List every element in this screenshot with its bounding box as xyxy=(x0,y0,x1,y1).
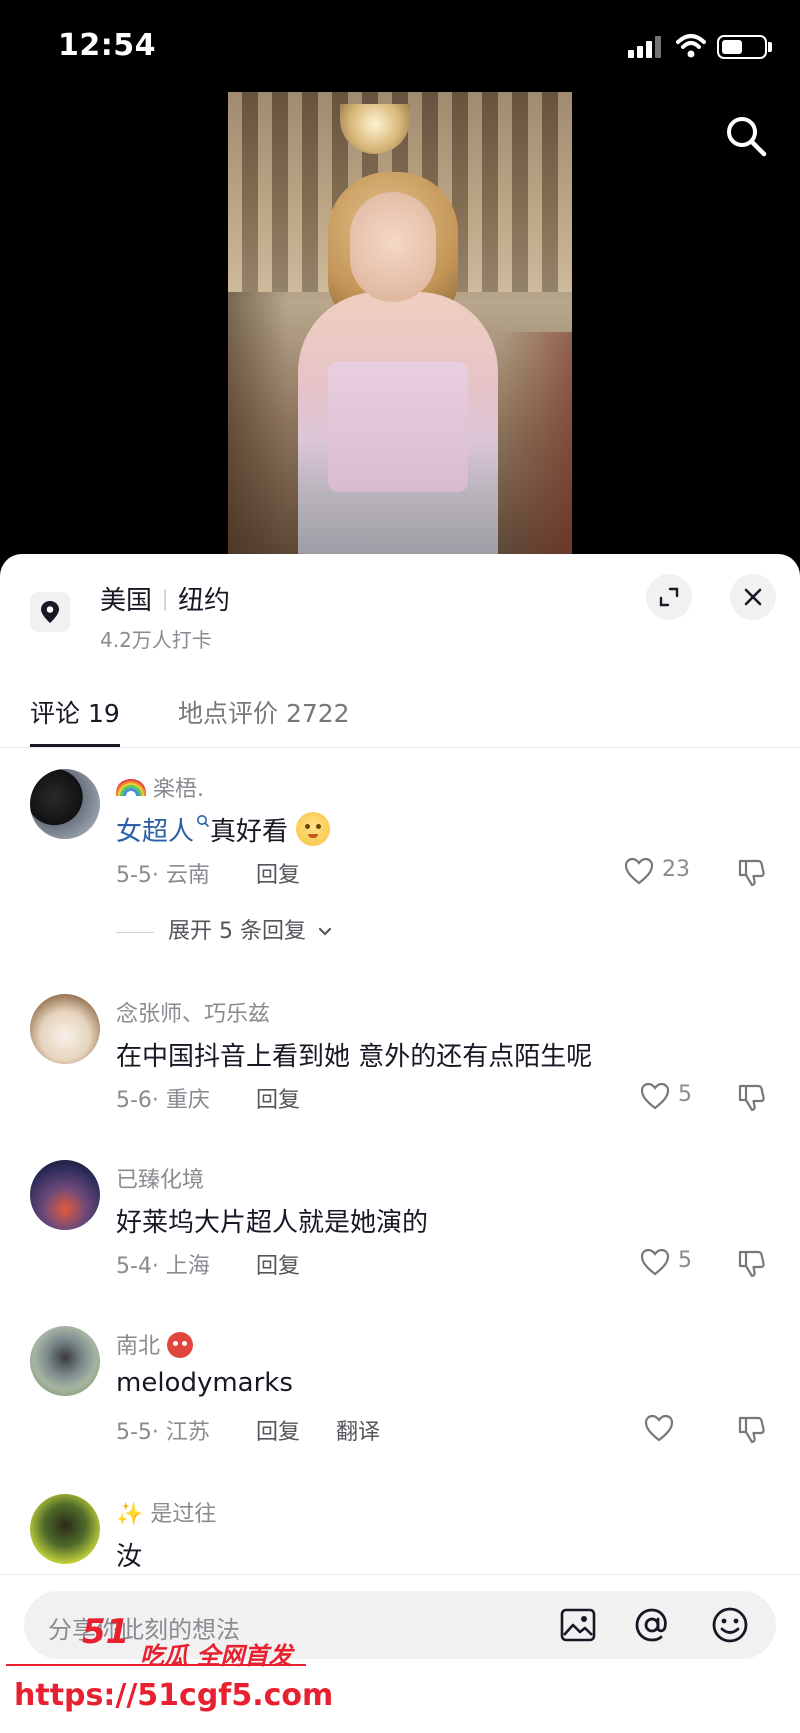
like-button[interactable]: 23 xyxy=(624,855,694,889)
watermark-logo: 51 xyxy=(82,1612,130,1652)
dislike-icon[interactable] xyxy=(736,1248,768,1280)
reply-button[interactable]: 回复 xyxy=(256,1248,300,1280)
heart-icon xyxy=(640,1248,670,1276)
pleading-face-emoji-icon xyxy=(296,812,331,846)
heart-icon xyxy=(624,857,654,885)
comment-item: 楽梧. 女超人 真好看 5-5· 云南 回复 23 展开 5 条回复 xyxy=(0,769,800,969)
like-button[interactable] xyxy=(644,1412,714,1446)
tab-comments[interactable]: 评论 19 xyxy=(30,694,120,730)
like-count: 5 xyxy=(678,1248,692,1273)
tab-location-reviews[interactable]: 地点评价 2722 xyxy=(178,694,350,730)
close-button[interactable] xyxy=(730,574,776,620)
comment-username[interactable]: 念张师、巧乐兹 xyxy=(116,996,270,1028)
comment-username[interactable]: 楽梧. xyxy=(116,771,204,803)
reply-button[interactable]: 回复 xyxy=(256,1414,300,1446)
like-button[interactable]: 5 xyxy=(640,1080,710,1114)
comment-item: 已臻化境 好莱坞大片超人就是她演的 5-4· 上海 回复 5 xyxy=(0,1160,800,1290)
comment-item: ✨ 是过往 汝 xyxy=(0,1494,800,1584)
dislike-icon[interactable] xyxy=(736,1082,768,1114)
watermark-url: https://51cgf5.com xyxy=(14,1678,334,1713)
location-pin-icon xyxy=(30,592,70,632)
mention-icon[interactable] xyxy=(632,1605,672,1645)
heart-icon xyxy=(640,1082,670,1110)
comment-text: 好莱坞大片超人就是她演的 xyxy=(116,1208,429,1238)
translate-button[interactable]: 翻译 xyxy=(336,1414,380,1446)
location-country: 美国 xyxy=(100,586,153,616)
image-icon[interactable] xyxy=(558,1605,598,1645)
demon-emoji-icon xyxy=(167,1332,194,1358)
search-small-icon xyxy=(197,815,210,828)
comment-date-region: 5-5· 云南 xyxy=(116,863,210,888)
comment-username[interactable]: 已臻化境 xyxy=(116,1162,204,1194)
comment-username[interactable]: 南北 xyxy=(116,1328,194,1360)
location-title[interactable]: 美国 纽约 xyxy=(100,580,230,617)
comment-item: 南北 melodymarks 5-5· 江苏 回复 翻译 xyxy=(0,1326,800,1456)
wifi-icon xyxy=(676,34,706,58)
comment-date-region: 5-6· 重庆 xyxy=(116,1088,210,1113)
comment-username[interactable]: ✨ 是过往 xyxy=(116,1496,216,1528)
avatar[interactable] xyxy=(30,1326,100,1396)
search-icon[interactable] xyxy=(722,112,770,160)
rainbow-emoji-icon xyxy=(116,778,146,796)
avatar[interactable] xyxy=(30,994,100,1064)
comment-date-region: 5-5· 江苏 xyxy=(116,1420,210,1445)
keyword-search-link[interactable]: 女超人 xyxy=(116,815,210,847)
divider xyxy=(0,747,800,748)
video-thumbnail xyxy=(228,92,572,562)
reply-button[interactable]: 回复 xyxy=(256,857,300,889)
reply-button[interactable]: 回复 xyxy=(256,1082,300,1114)
avatar[interactable] xyxy=(30,1494,100,1564)
avatar[interactable] xyxy=(30,1160,100,1230)
sparkles-emoji-icon: ✨ xyxy=(116,1502,144,1527)
comment-text: 在中国抖音上看到她 意外的还有点陌生呢 xyxy=(116,1042,593,1072)
watermark-stripe xyxy=(6,1664,306,1666)
emoji-icon[interactable] xyxy=(710,1605,750,1645)
close-icon xyxy=(744,588,762,606)
comment-item: 念张师、巧乐兹 在中国抖音上看到她 意外的还有点陌生呢 5-6· 重庆 回复 5 xyxy=(0,994,800,1124)
like-button[interactable]: 5 xyxy=(640,1246,710,1280)
avatar[interactable] xyxy=(30,769,100,839)
status-time: 12:54 xyxy=(58,28,156,63)
like-count: 5 xyxy=(678,1082,692,1107)
comment-text: 女超人 真好看 xyxy=(116,811,331,848)
like-count: 23 xyxy=(662,857,690,882)
heart-icon xyxy=(644,1414,674,1442)
location-city: 纽约 xyxy=(178,586,231,616)
battery-icon xyxy=(717,35,767,59)
location-separator xyxy=(164,589,167,611)
dislike-icon[interactable] xyxy=(736,1414,768,1446)
signal-icon xyxy=(628,36,666,58)
dislike-icon[interactable] xyxy=(736,857,768,889)
comment-text: 汝 xyxy=(116,1542,143,1572)
location-checkins: 4.2万人打卡 xyxy=(100,628,212,652)
expand-button[interactable] xyxy=(646,574,692,620)
video-player[interactable] xyxy=(0,92,800,562)
comment-panel: 美国 纽约 4.2万人打卡 评论 19 地点评价 2722 楽梧. 女超人 真好看 … xyxy=(0,554,800,1733)
chevron-down-icon xyxy=(318,927,332,936)
status-bar: 12:54 xyxy=(0,0,800,92)
comment-date-region: 5-4· 上海 xyxy=(116,1254,210,1279)
expand-replies-button[interactable]: 展开 5 条回复 xyxy=(116,913,333,945)
comment-text: melodymarks xyxy=(116,1368,293,1398)
expand-icon xyxy=(659,587,679,607)
comment-input[interactable]: 分享你此刻的想法 xyxy=(24,1591,776,1659)
